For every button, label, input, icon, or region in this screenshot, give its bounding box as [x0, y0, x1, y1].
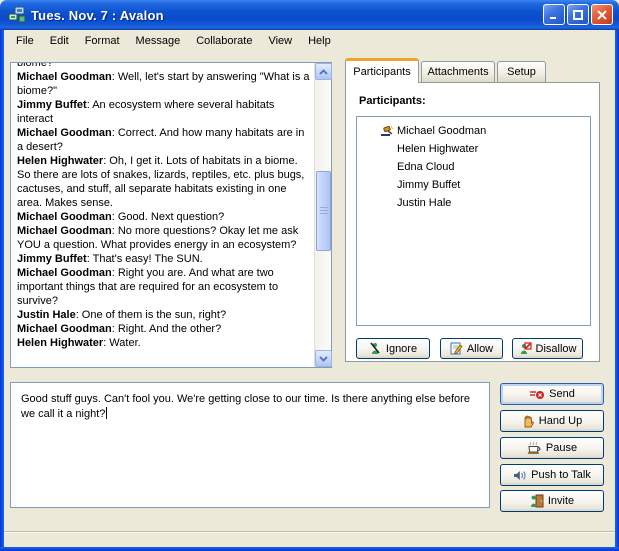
app-icon [8, 6, 26, 24]
participant-name[interactable]: Edna Cloud [397, 161, 455, 173]
chat-message: Helen Highwater: Water. [17, 336, 311, 350]
chat-transcript[interactable]: biome? Michael Goodman: Well, let's star… [10, 62, 332, 368]
menu-edit[interactable]: Edit [42, 33, 77, 49]
message-input-text: Good stuff guys. Can't fool you. We're g… [21, 393, 470, 420]
menu-view[interactable]: View [260, 33, 300, 49]
minimize-icon [548, 9, 560, 21]
window-border-right [615, 28, 619, 551]
participant-name[interactable]: Justin Hale [397, 197, 451, 209]
transcript-scrollbar[interactable] [314, 63, 331, 367]
chat-message: Justin Hale: One of them is the sun, rig… [17, 308, 311, 322]
menu-file[interactable]: File [8, 33, 42, 49]
list-item: Edna Cloud [357, 158, 590, 176]
scroll-down-icon [319, 356, 328, 362]
scroll-up-icon [319, 69, 328, 75]
tab-setup[interactable]: Setup [497, 61, 546, 82]
list-item: Justin Hale [357, 194, 590, 212]
chat-message: Michael Goodman: Right you are. And what… [17, 266, 311, 308]
menu-bar: File Edit Format Message Collaborate Vie… [4, 30, 615, 51]
chat-message: Michael Goodman: Good. Next question? [17, 210, 311, 224]
invite-button[interactable]: Invite [500, 490, 604, 512]
push-to-talk-speaker-icon [513, 469, 527, 482]
moderator-gavel-icon [380, 125, 397, 137]
send-icon [529, 388, 545, 401]
list-item: Helen Highwater [357, 140, 590, 158]
chat-message: Jimmy Buffet: That's easy! The SUN. [17, 252, 311, 266]
invite-door-icon [530, 494, 544, 508]
pause-button[interactable]: Pause [500, 437, 604, 459]
participants-heading: Participants: [359, 95, 426, 107]
tab-attachments[interactable]: Attachments [421, 61, 495, 82]
participants-list[interactable]: Michael Goodman Helen Highwater Edna Clo… [356, 116, 591, 326]
window-border-bottom [0, 547, 619, 551]
chat-transcript-text: biome? Michael Goodman: Well, let's star… [11, 63, 314, 367]
text-caret [106, 407, 107, 419]
list-item: Jimmy Buffet [357, 176, 590, 194]
chat-app-window: Tues. Nov. 7 : Avalon File Edit Format M… [0, 0, 619, 551]
send-button[interactable]: Send [500, 383, 604, 405]
chat-message: Michael Goodman: Well, let's start by an… [17, 70, 311, 98]
menu-collaborate[interactable]: Collaborate [188, 33, 260, 49]
hand-up-icon [522, 414, 535, 428]
scroll-down-button[interactable] [315, 350, 332, 367]
window-title: Tues. Nov. 7 : Avalon [31, 8, 164, 23]
allow-button[interactable]: Allow [440, 338, 503, 359]
hand-up-button[interactable]: Hand Up [500, 410, 604, 432]
allow-icon [450, 342, 463, 355]
ignore-button[interactable]: Ignore [356, 338, 430, 359]
minimize-button[interactable] [543, 4, 565, 25]
close-button[interactable] [591, 4, 613, 25]
menu-help[interactable]: Help [300, 33, 339, 49]
title-bar[interactable]: Tues. Nov. 7 : Avalon [0, 0, 619, 30]
scrollbar-thumb[interactable] [316, 171, 331, 251]
participant-name[interactable]: Helen Highwater [397, 143, 478, 155]
tab-participants[interactable]: Participants [345, 58, 419, 83]
pause-coffee-icon [527, 441, 542, 455]
push-to-talk-button[interactable]: Push to Talk [500, 464, 604, 486]
participants-panel: Participants: Michael Goodman Helen High… [345, 82, 600, 362]
maximize-icon [572, 9, 584, 21]
menu-format[interactable]: Format [77, 33, 128, 49]
disallow-icon [519, 342, 532, 355]
chat-message: Michael Goodman: Right. And the other? [17, 322, 311, 336]
chat-message: Michael Goodman: No more questions? Okay… [17, 224, 311, 252]
status-bar [4, 531, 615, 547]
scroll-up-button[interactable] [315, 63, 332, 80]
participant-name[interactable]: Michael Goodman [397, 125, 486, 137]
disallow-button[interactable]: Disallow [512, 338, 583, 359]
window-border-left [0, 28, 4, 551]
message-input[interactable]: Good stuff guys. Can't fool you. We're g… [10, 382, 490, 508]
chat-message: Helen Highwater: Oh, I get it. Lots of h… [17, 154, 311, 210]
close-icon [596, 9, 608, 21]
chat-message: Jimmy Buffet: An ecosystem where several… [17, 98, 311, 126]
participant-name[interactable]: Jimmy Buffet [397, 179, 460, 191]
list-item: Michael Goodman [357, 122, 590, 140]
scrollbar-grip [320, 207, 328, 215]
ignore-icon [369, 342, 382, 355]
chat-message: biome? [17, 63, 311, 70]
chat-message: Michael Goodman: Correct. And how many h… [17, 126, 311, 154]
menu-message[interactable]: Message [128, 33, 189, 49]
maximize-button[interactable] [567, 4, 589, 25]
